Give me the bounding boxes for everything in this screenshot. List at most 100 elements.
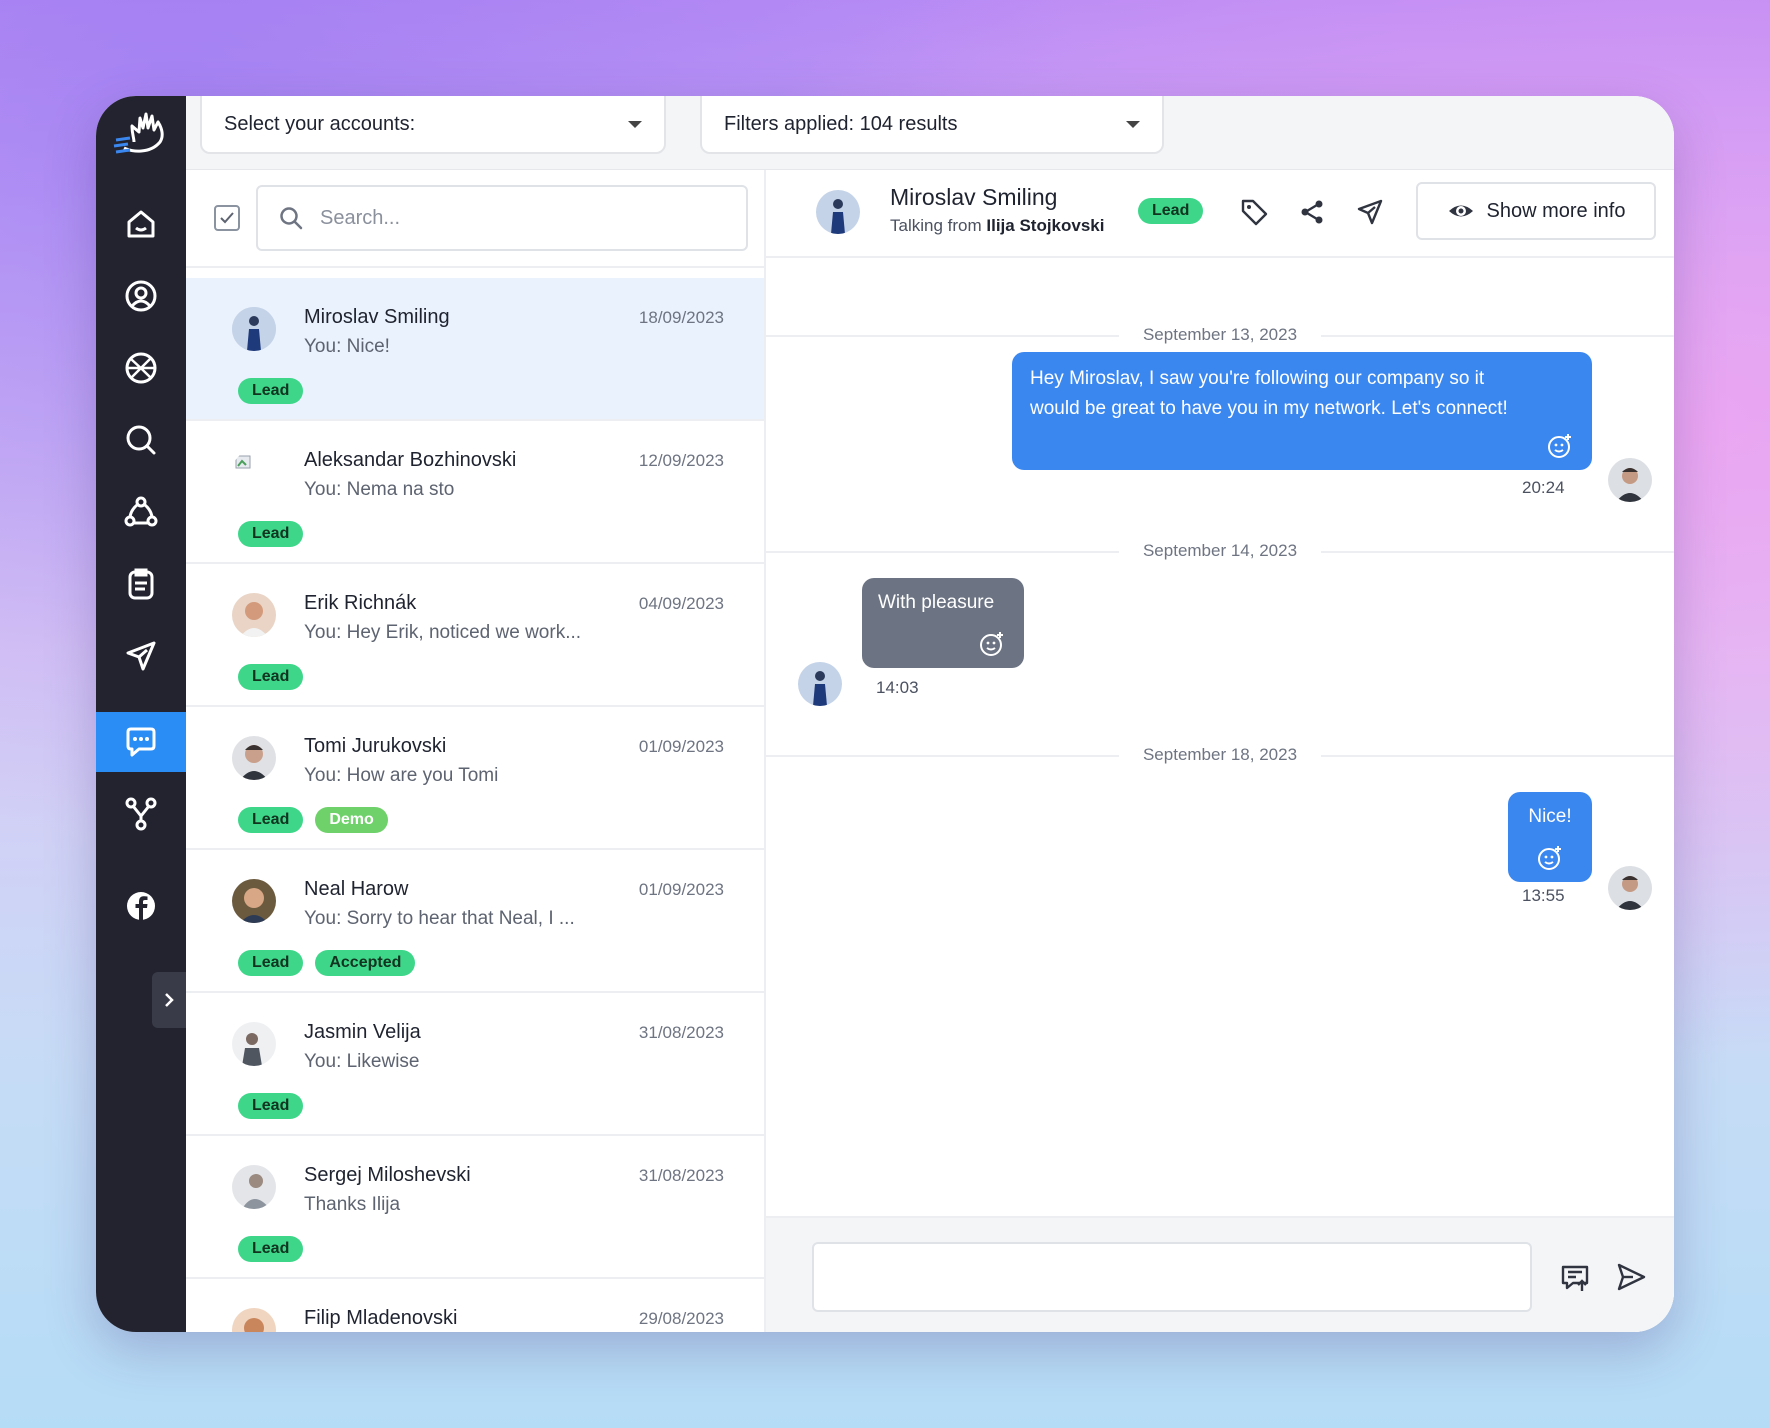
caret-down-icon [1126, 120, 1140, 128]
message-input[interactable] [812, 1242, 1532, 1312]
sidebar-rail [96, 96, 186, 1332]
nav-search[interactable] [96, 410, 186, 470]
contact-avatar[interactable] [816, 190, 860, 234]
filters-dropdown[interactable]: Filters applied: 104 results [700, 96, 1164, 154]
message-text: Hey Miroslav, I saw you're following our… [1030, 368, 1485, 389]
tag-lead[interactable]: Lead [238, 1236, 304, 1262]
nav-send[interactable] [96, 626, 186, 686]
conversation-item[interactable]: Miroslav Smiling 18/09/2023 You: Nice! L… [186, 278, 764, 421]
conversation-preview: You: Nema na sto [304, 479, 455, 500]
conversation-preview: You: Nice! [304, 336, 390, 357]
nav-facebook[interactable] [96, 876, 186, 936]
nav-contacts[interactable] [96, 266, 186, 326]
contact-tag-lead[interactable]: Lead [1138, 198, 1204, 224]
message-template-icon [1561, 1265, 1589, 1291]
facebook-icon [127, 892, 155, 920]
tag-demo[interactable]: Demo [315, 807, 388, 833]
avatar [232, 736, 276, 780]
conversation-date: 01/09/2023 [638, 737, 724, 756]
conversation-date: 18/09/2023 [638, 308, 724, 327]
tag-lead[interactable]: Lead [238, 807, 304, 833]
conversation-date: 04/09/2023 [638, 594, 724, 613]
conversation-name: Erik Richnák [304, 592, 417, 614]
date-label: September 13, 2023 [1118, 325, 1322, 345]
conversation-preview: You: How are you Tomi [304, 765, 499, 786]
conversation-item[interactable]: Tomi Jurukovski 01/09/2023 You: How are … [186, 707, 764, 850]
search-icon [280, 207, 303, 230]
avatar-broken-image [232, 450, 276, 494]
talking-from-account: Ilija Stojkovski [986, 216, 1105, 235]
user-icon [125, 280, 157, 312]
contact-name: Miroslav Smiling [890, 184, 1058, 210]
tag-icon [1241, 199, 1268, 226]
app-window: Select your accounts: Filters applied: 1… [96, 96, 1674, 1332]
date-label: September 18, 2023 [1118, 745, 1322, 765]
add-reaction-icon[interactable] [1536, 844, 1564, 872]
share-button[interactable] [1294, 194, 1330, 230]
conversation-name: Neal Harow [304, 878, 409, 900]
add-reaction-icon[interactable] [978, 630, 1006, 658]
globe-icon [125, 352, 157, 384]
add-reaction-icon[interactable] [1546, 432, 1574, 460]
conversation-name: Tomi Jurukovski [304, 735, 447, 757]
nav-campaigns[interactable] [96, 338, 186, 398]
conversation-item[interactable]: Aleksandar Bozhinovski 12/09/2023 You: N… [186, 421, 764, 564]
tag-lead[interactable]: Lead [238, 664, 304, 690]
conversation-item[interactable]: Erik Richnák 04/09/2023 You: Hey Erik, n… [186, 564, 764, 707]
date-separator: September 14, 2023 [766, 536, 1674, 566]
date-separator: September 13, 2023 [766, 320, 1674, 350]
templates-button[interactable] [1556, 1258, 1594, 1296]
conversation-date: 12/09/2023 [638, 451, 724, 470]
share-icon [1301, 200, 1323, 224]
conversation-name: Miroslav Smiling [304, 306, 450, 328]
tag-lead[interactable]: Lead [238, 950, 304, 976]
talking-from-prefix: Talking from [890, 216, 982, 235]
eye-icon [1448, 205, 1473, 217]
select-all-checkbox[interactable] [214, 205, 240, 231]
nav-home[interactable] [96, 194, 186, 254]
tag-accepted[interactable]: Accepted [315, 950, 416, 976]
send-campaign-button[interactable] [1352, 194, 1388, 230]
message-time: 20:24 [1522, 478, 1565, 497]
message-bubble-outgoing[interactable]: Hey Miroslav, I saw you're following our… [1012, 352, 1592, 470]
nav-inbox[interactable] [96, 712, 186, 772]
nav-network[interactable] [96, 482, 186, 542]
avatar [232, 1165, 276, 1209]
expand-sidebar-button[interactable] [152, 972, 186, 1028]
conversation-item[interactable]: Neal Harow 01/09/2023 You: Sorry to hear… [186, 850, 764, 993]
date-label: September 14, 2023 [1118, 541, 1322, 561]
conversation-preview: You: Hey Erik, noticed we work... [304, 622, 582, 643]
search-input[interactable]: Search... [256, 185, 748, 251]
search-placeholder: Search... [320, 206, 401, 229]
home-icon [127, 210, 155, 238]
send-icon [1357, 199, 1383, 225]
conversation-preview: You: Sorry to hear that Neal, I ... [304, 908, 575, 929]
checkmark-icon [220, 212, 234, 224]
conversation-preview: You: Likewise [304, 1051, 420, 1072]
message-time: 14:03 [876, 678, 919, 697]
nav-integrations[interactable] [96, 784, 186, 844]
chat-header: Miroslav Smiling Talking from Ilija Stoj… [766, 170, 1674, 258]
tag-lead[interactable]: Lead [238, 378, 304, 404]
conversation-name: Filip Mladenovski [304, 1307, 458, 1329]
conversation-date: 31/08/2023 [638, 1023, 724, 1042]
tag-lead[interactable]: Lead [238, 1093, 304, 1119]
conversation-item[interactable]: Filip Mladenovski 29/08/2023 [186, 1279, 764, 1332]
conversation-item[interactable]: Jasmin Velija 31/08/2023 You: Likewise L… [186, 993, 764, 1136]
contact-message-avatar [798, 662, 842, 706]
accounts-dropdown[interactable]: Select your accounts: [200, 96, 666, 154]
show-more-info-button[interactable]: Show more info [1416, 182, 1656, 240]
message-bubble-incoming[interactable]: With pleasure [862, 578, 1024, 668]
accounts-dropdown-label: Select your accounts: [224, 112, 416, 135]
conversation-item[interactable]: Sergej Miloshevski 31/08/2023 Thanks Ili… [186, 1136, 764, 1279]
chevron-right-icon [165, 993, 174, 1007]
tag-button[interactable] [1236, 194, 1272, 230]
app-logo-icon[interactable] [110, 108, 170, 160]
integrations-icon [125, 797, 157, 831]
nav-tasks[interactable] [96, 554, 186, 614]
send-icon [126, 641, 156, 671]
chat-panel: Miroslav Smiling Talking from Ilija Stoj… [766, 170, 1674, 1332]
tag-lead[interactable]: Lead [238, 521, 304, 547]
message-bubble-outgoing[interactable]: Nice! [1508, 792, 1592, 882]
send-message-button[interactable] [1612, 1258, 1650, 1296]
